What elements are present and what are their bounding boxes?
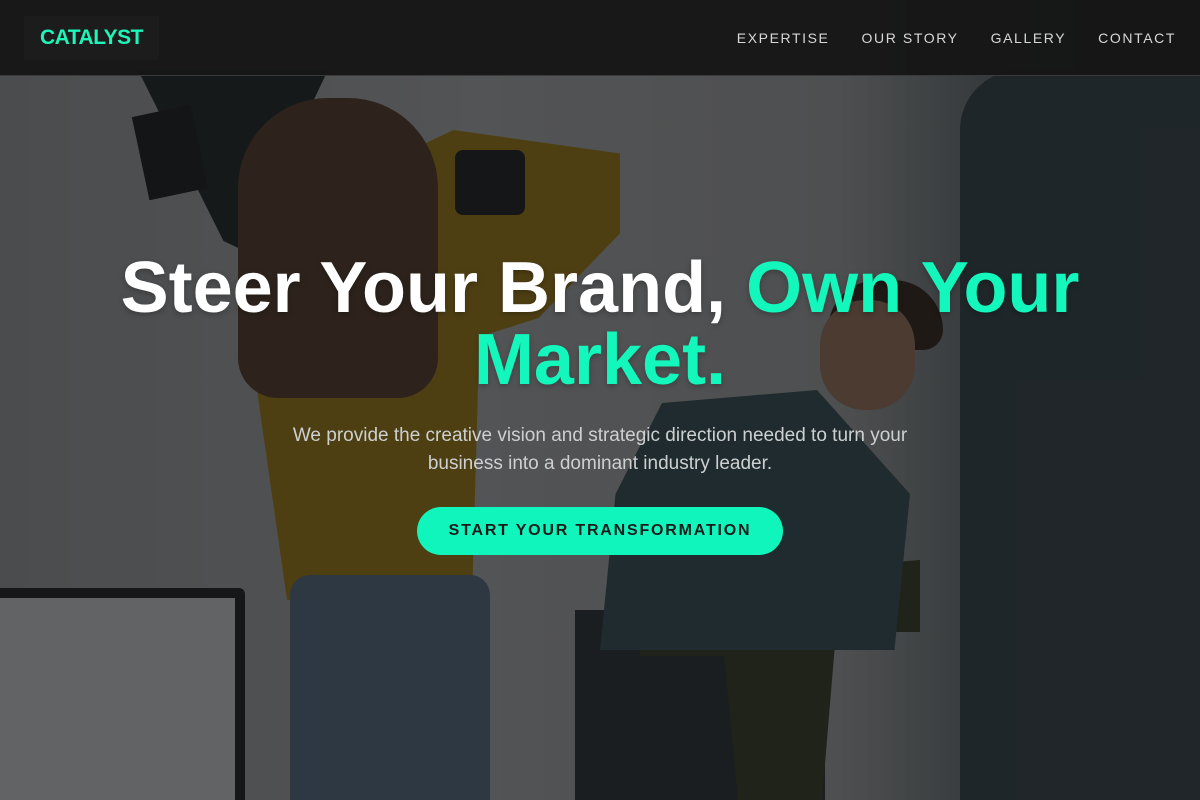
nav-link-contact[interactable]: CONTACT xyxy=(1098,30,1176,46)
brand-logo[interactable]: CATALYST xyxy=(24,15,159,60)
nav-link-expertise[interactable]: EXPERTISE xyxy=(737,30,830,46)
hero-subtext: We provide the creative vision and strat… xyxy=(292,425,908,474)
hero-section: Steer Your Brand, Own Your Market. We pr… xyxy=(0,252,1200,555)
nav-menu: EXPERTISE OUR STORY GALLERY CONTACT xyxy=(737,30,1176,46)
hero-headline: Steer Your Brand, Own Your Market. xyxy=(0,252,1200,396)
nav-link-gallery[interactable]: GALLERY xyxy=(991,30,1067,46)
top-navbar: CATALYST EXPERTISE OUR STORY GALLERY CON… xyxy=(0,0,1200,76)
start-transformation-button[interactable]: START YOUR TRANSFORMATION xyxy=(416,507,784,555)
headline-main: Steer Your Brand, xyxy=(120,248,727,328)
nav-link-our-story[interactable]: OUR STORY xyxy=(862,30,959,46)
